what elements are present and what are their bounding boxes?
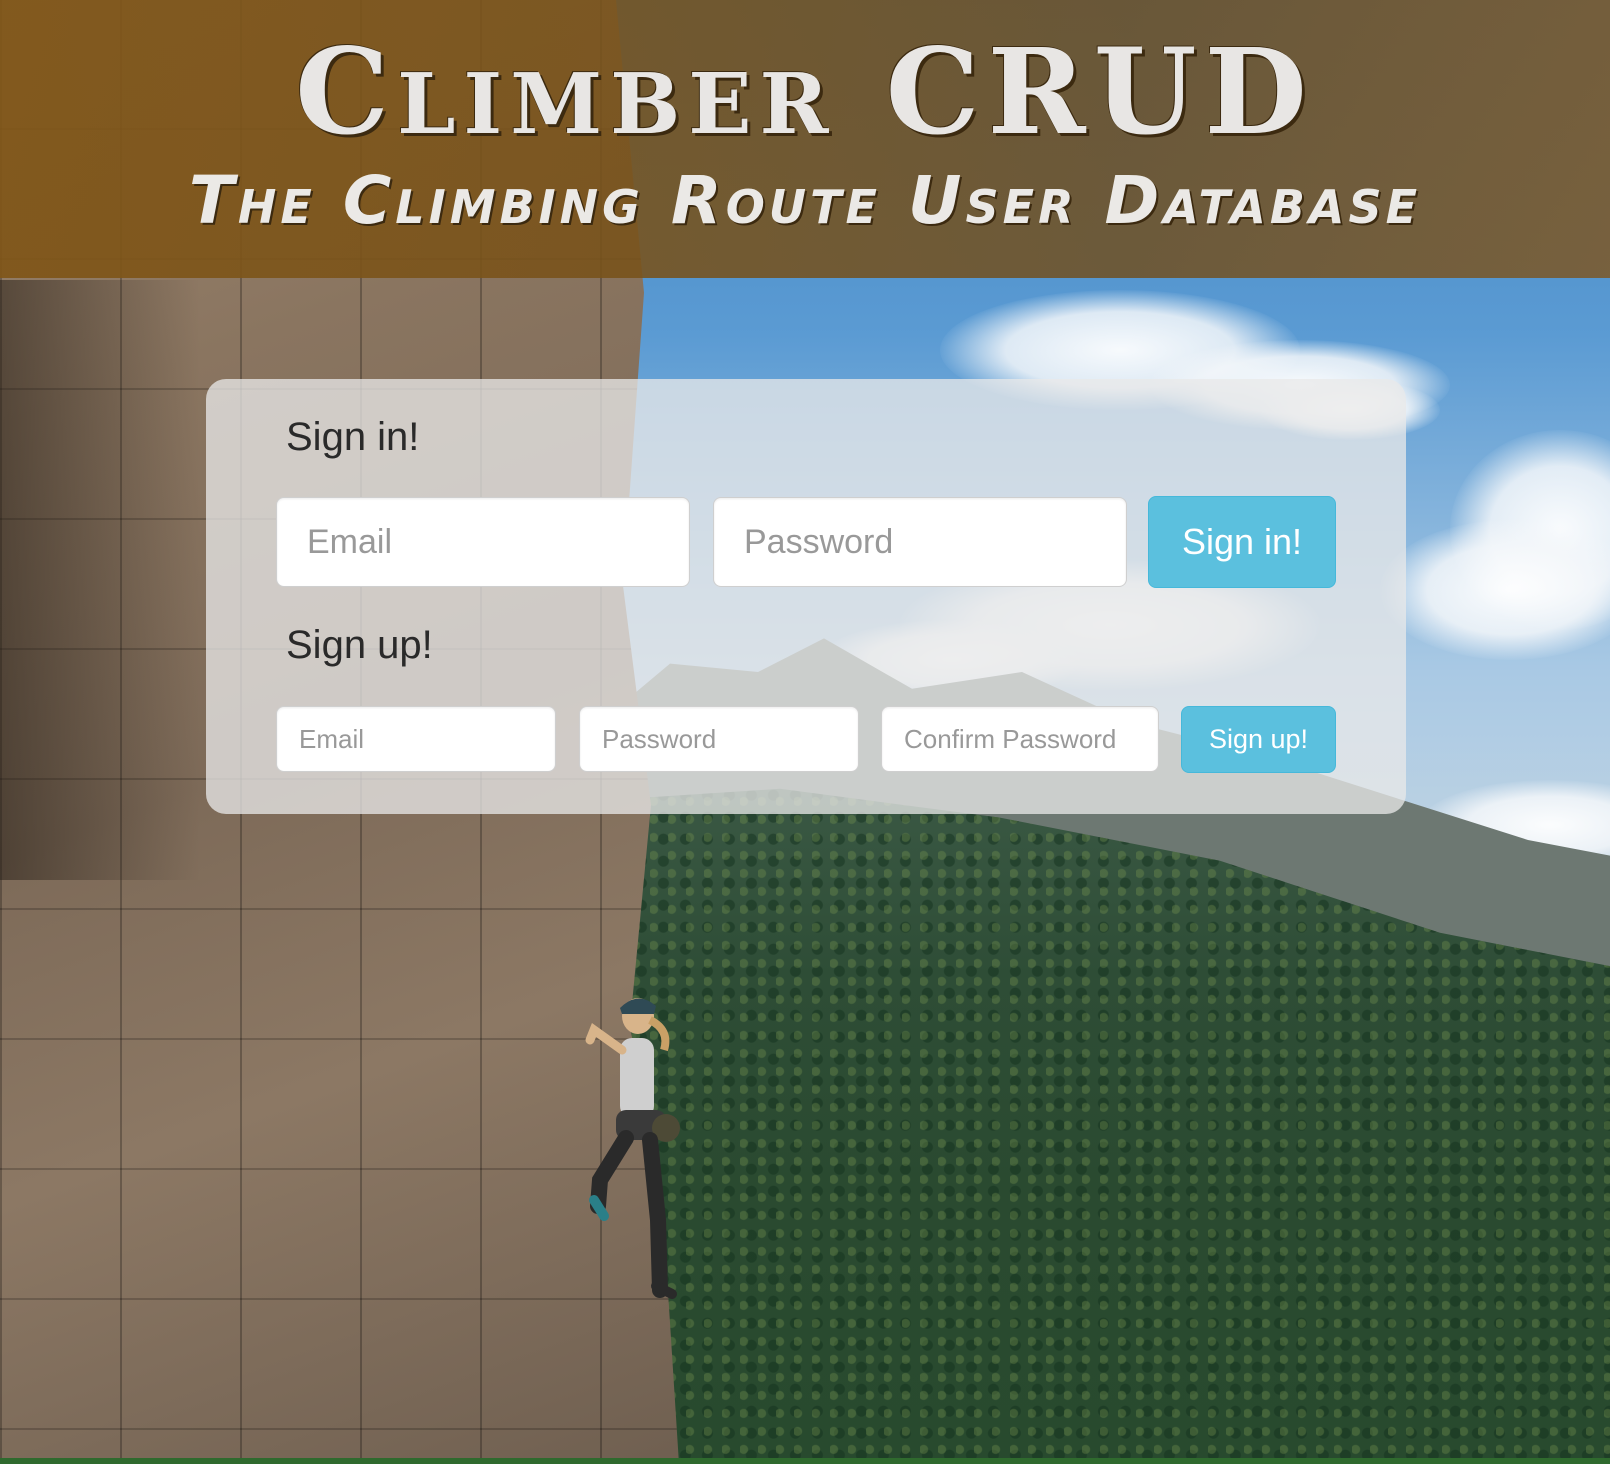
site-title: Climber CRUD — [295, 22, 1315, 161]
sign-in-password-input[interactable] — [713, 497, 1127, 587]
bottom-strip — [0, 1458, 1610, 1464]
sign-up-confirm-password-input[interactable] — [881, 706, 1159, 772]
climber-figure — [585, 998, 680, 1299]
rock-shadow — [0, 280, 200, 880]
page: Climber CRUD The Climbing Route User Dat… — [0, 0, 1610, 1464]
sign-up-password-input[interactable] — [579, 706, 859, 772]
sign-in-heading: Sign in! — [286, 415, 420, 459]
site-subtitle: The Climbing Route User Database — [188, 162, 1422, 239]
auth-panel: Sign in! Sign in! Sign up! Sign up! — [206, 379, 1406, 814]
sign-up-heading: Sign up! — [286, 623, 433, 667]
sign-up-button[interactable]: Sign up! — [1181, 706, 1336, 773]
sign-in-button[interactable]: Sign in! — [1148, 496, 1336, 588]
sign-in-email-input[interactable] — [276, 497, 690, 587]
sign-up-email-input[interactable] — [276, 706, 556, 772]
header-banner: Climber CRUD The Climbing Route User Dat… — [0, 0, 1610, 278]
